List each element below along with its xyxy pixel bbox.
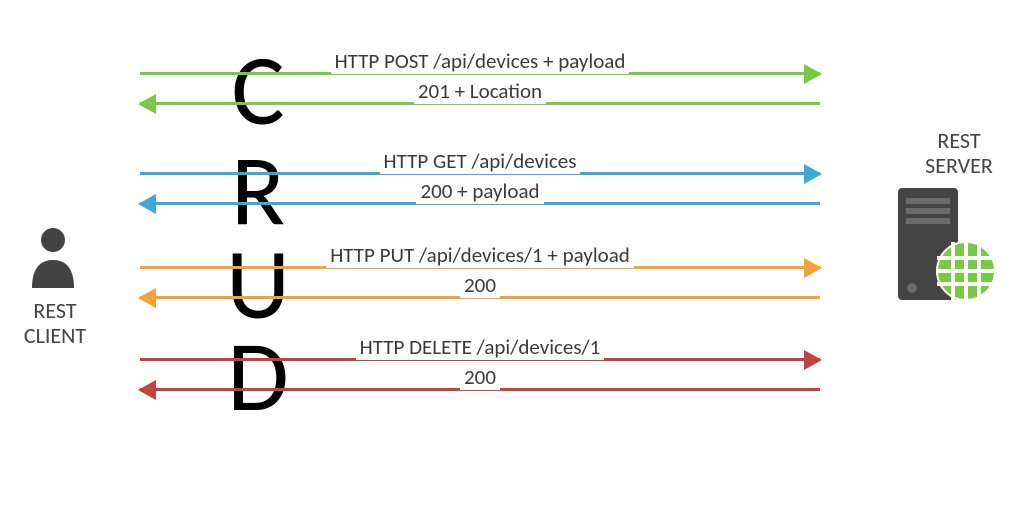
- label-delete-request: HTTP DELETE /api/devices/1: [140, 334, 820, 360]
- label-read-request: HTTP GET /api/devices: [140, 148, 820, 174]
- label-create-response: 201 + Location: [140, 78, 820, 104]
- person-icon: [30, 226, 76, 293]
- client-label: REST CLIENT: [0, 298, 110, 349]
- server-label-line1: REST: [896, 128, 1022, 153]
- label-delete-response: 200: [140, 364, 820, 390]
- server-label: REST SERVER: [896, 128, 1022, 179]
- label-read-response: 200 + payload: [140, 178, 820, 204]
- server-icon: [898, 188, 994, 313]
- label-create-request: HTTP POST /api/devices + payload: [140, 48, 820, 74]
- server-label-line2: SERVER: [896, 153, 1022, 178]
- crud-rest-diagram: REST CLIENT REST SERVER: [0, 0, 1024, 512]
- client-label-line2: CLIENT: [0, 323, 110, 348]
- label-update-response: 200: [140, 272, 820, 298]
- label-update-request: HTTP PUT /api/devices/1 + payload: [140, 242, 820, 268]
- client-label-line1: REST: [0, 298, 110, 323]
